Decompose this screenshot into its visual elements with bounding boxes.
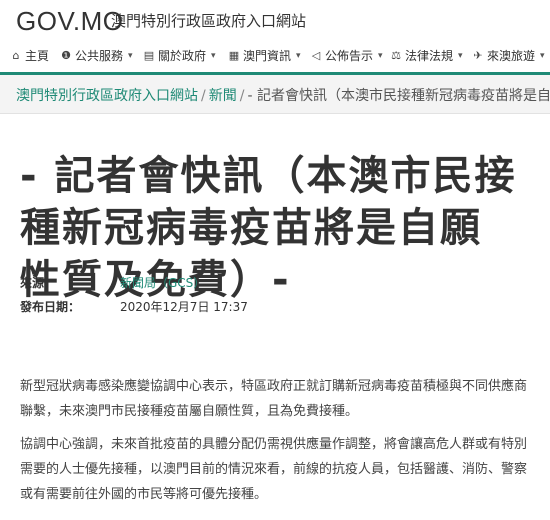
info-icon: ❶ bbox=[61, 48, 71, 62]
nav-item-label: 關於政府 bbox=[158, 49, 207, 63]
article-paragraph: 協調中心強調，未來首批疫苗的具體分配仍需視供應量作調整，將會讓高危人群或有特別需… bbox=[20, 437, 528, 502]
megaphone-icon: ◁ bbox=[311, 48, 321, 62]
site-header: GOV.MO 澳門特別行政區政府入口網站 bbox=[0, 0, 550, 38]
breadcrumb: 澳門特別行政區政府入口網站 / 新聞 / - 記者會快訊（本澳市民接種新冠病毒疫苗將是自… bbox=[0, 75, 550, 114]
chevron-down-icon: ▾ bbox=[128, 50, 133, 61]
balance-icon: ⚖ bbox=[391, 48, 401, 62]
nav-item-about-government[interactable]: ▤ 關於政府 ▾ bbox=[143, 47, 216, 64]
nav-item-laws[interactable]: ⚖ 法律法規 ▾ bbox=[390, 47, 463, 64]
nav-item-label: 法律法規 bbox=[405, 49, 454, 63]
article-date: 發布日期： 2020年12月7日 17:37 bbox=[20, 298, 320, 316]
document-icon: ▤ bbox=[143, 48, 155, 62]
chevron-down-icon: ▾ bbox=[296, 50, 301, 61]
date-value: 2020年12月7日 17:37 bbox=[120, 300, 248, 314]
nav-item-label: 公佈告示 bbox=[325, 49, 374, 63]
breadcrumb-news-link[interactable]: 新聞 bbox=[209, 88, 237, 104]
gov-mo-logo[interactable]: GOV.MO bbox=[16, 6, 124, 37]
date-label: 發布日期： bbox=[20, 300, 81, 314]
breadcrumb-current: - 記者會快訊（本澳市民接種新冠病毒疫苗將是自願性質及免費）- bbox=[247, 88, 550, 104]
home-icon: ⌂ bbox=[12, 48, 20, 62]
main-nav: ⌂ 主頁 ❶ 公共服務 ▾ ▤ 關於政府 ▾ ▦ 澳門資訊 ▾ ◁ 公佈告示 ▾… bbox=[0, 38, 550, 75]
chevron-down-icon: ▾ bbox=[378, 50, 383, 61]
nav-item-tourism[interactable]: ✈ 來澳旅遊 ▾ bbox=[472, 47, 545, 64]
source-link[interactable]: 新聞局（GCS） bbox=[120, 274, 205, 291]
nav-item-label: 澳門資訊 bbox=[243, 49, 292, 63]
breadcrumb-separator: / bbox=[239, 88, 245, 104]
article-source: 來源 新聞局（GCS） bbox=[20, 274, 320, 292]
chevron-down-icon: ▾ bbox=[211, 50, 216, 61]
breadcrumb-separator: / bbox=[201, 88, 206, 104]
nav-item-announcements[interactable]: ◁ 公佈告示 ▾ bbox=[310, 47, 383, 64]
map-icon: ▦ bbox=[228, 48, 240, 62]
plane-icon: ✈ bbox=[473, 48, 483, 62]
nav-item-public-services[interactable]: ❶ 公共服務 ▾ bbox=[60, 47, 133, 64]
nav-item-label: 主頁 bbox=[25, 49, 50, 63]
article-paragraph: 新型冠狀病毒感染應變協調中心表示，特區政府正就訂購新冠病毒疫苗積極與不同供應商聯… bbox=[20, 379, 528, 419]
breadcrumb-home-link[interactable]: 澳門特別行政區政府入口網站 bbox=[16, 88, 198, 104]
nav-item-label: 公共服務 bbox=[75, 49, 124, 63]
source-label: 來源 bbox=[20, 276, 45, 290]
chevron-down-icon: ▾ bbox=[458, 50, 463, 61]
nav-item-label: 來澳旅遊 bbox=[487, 49, 536, 63]
nav-item-home[interactable]: ⌂ 主頁 bbox=[10, 47, 50, 64]
nav-item-macao-info[interactable]: ▦ 澳門資訊 ▾ bbox=[228, 47, 301, 64]
site-name[interactable]: 澳門特別行政區政府入口網站 bbox=[111, 10, 306, 31]
chevron-down-icon: ▾ bbox=[540, 50, 545, 61]
